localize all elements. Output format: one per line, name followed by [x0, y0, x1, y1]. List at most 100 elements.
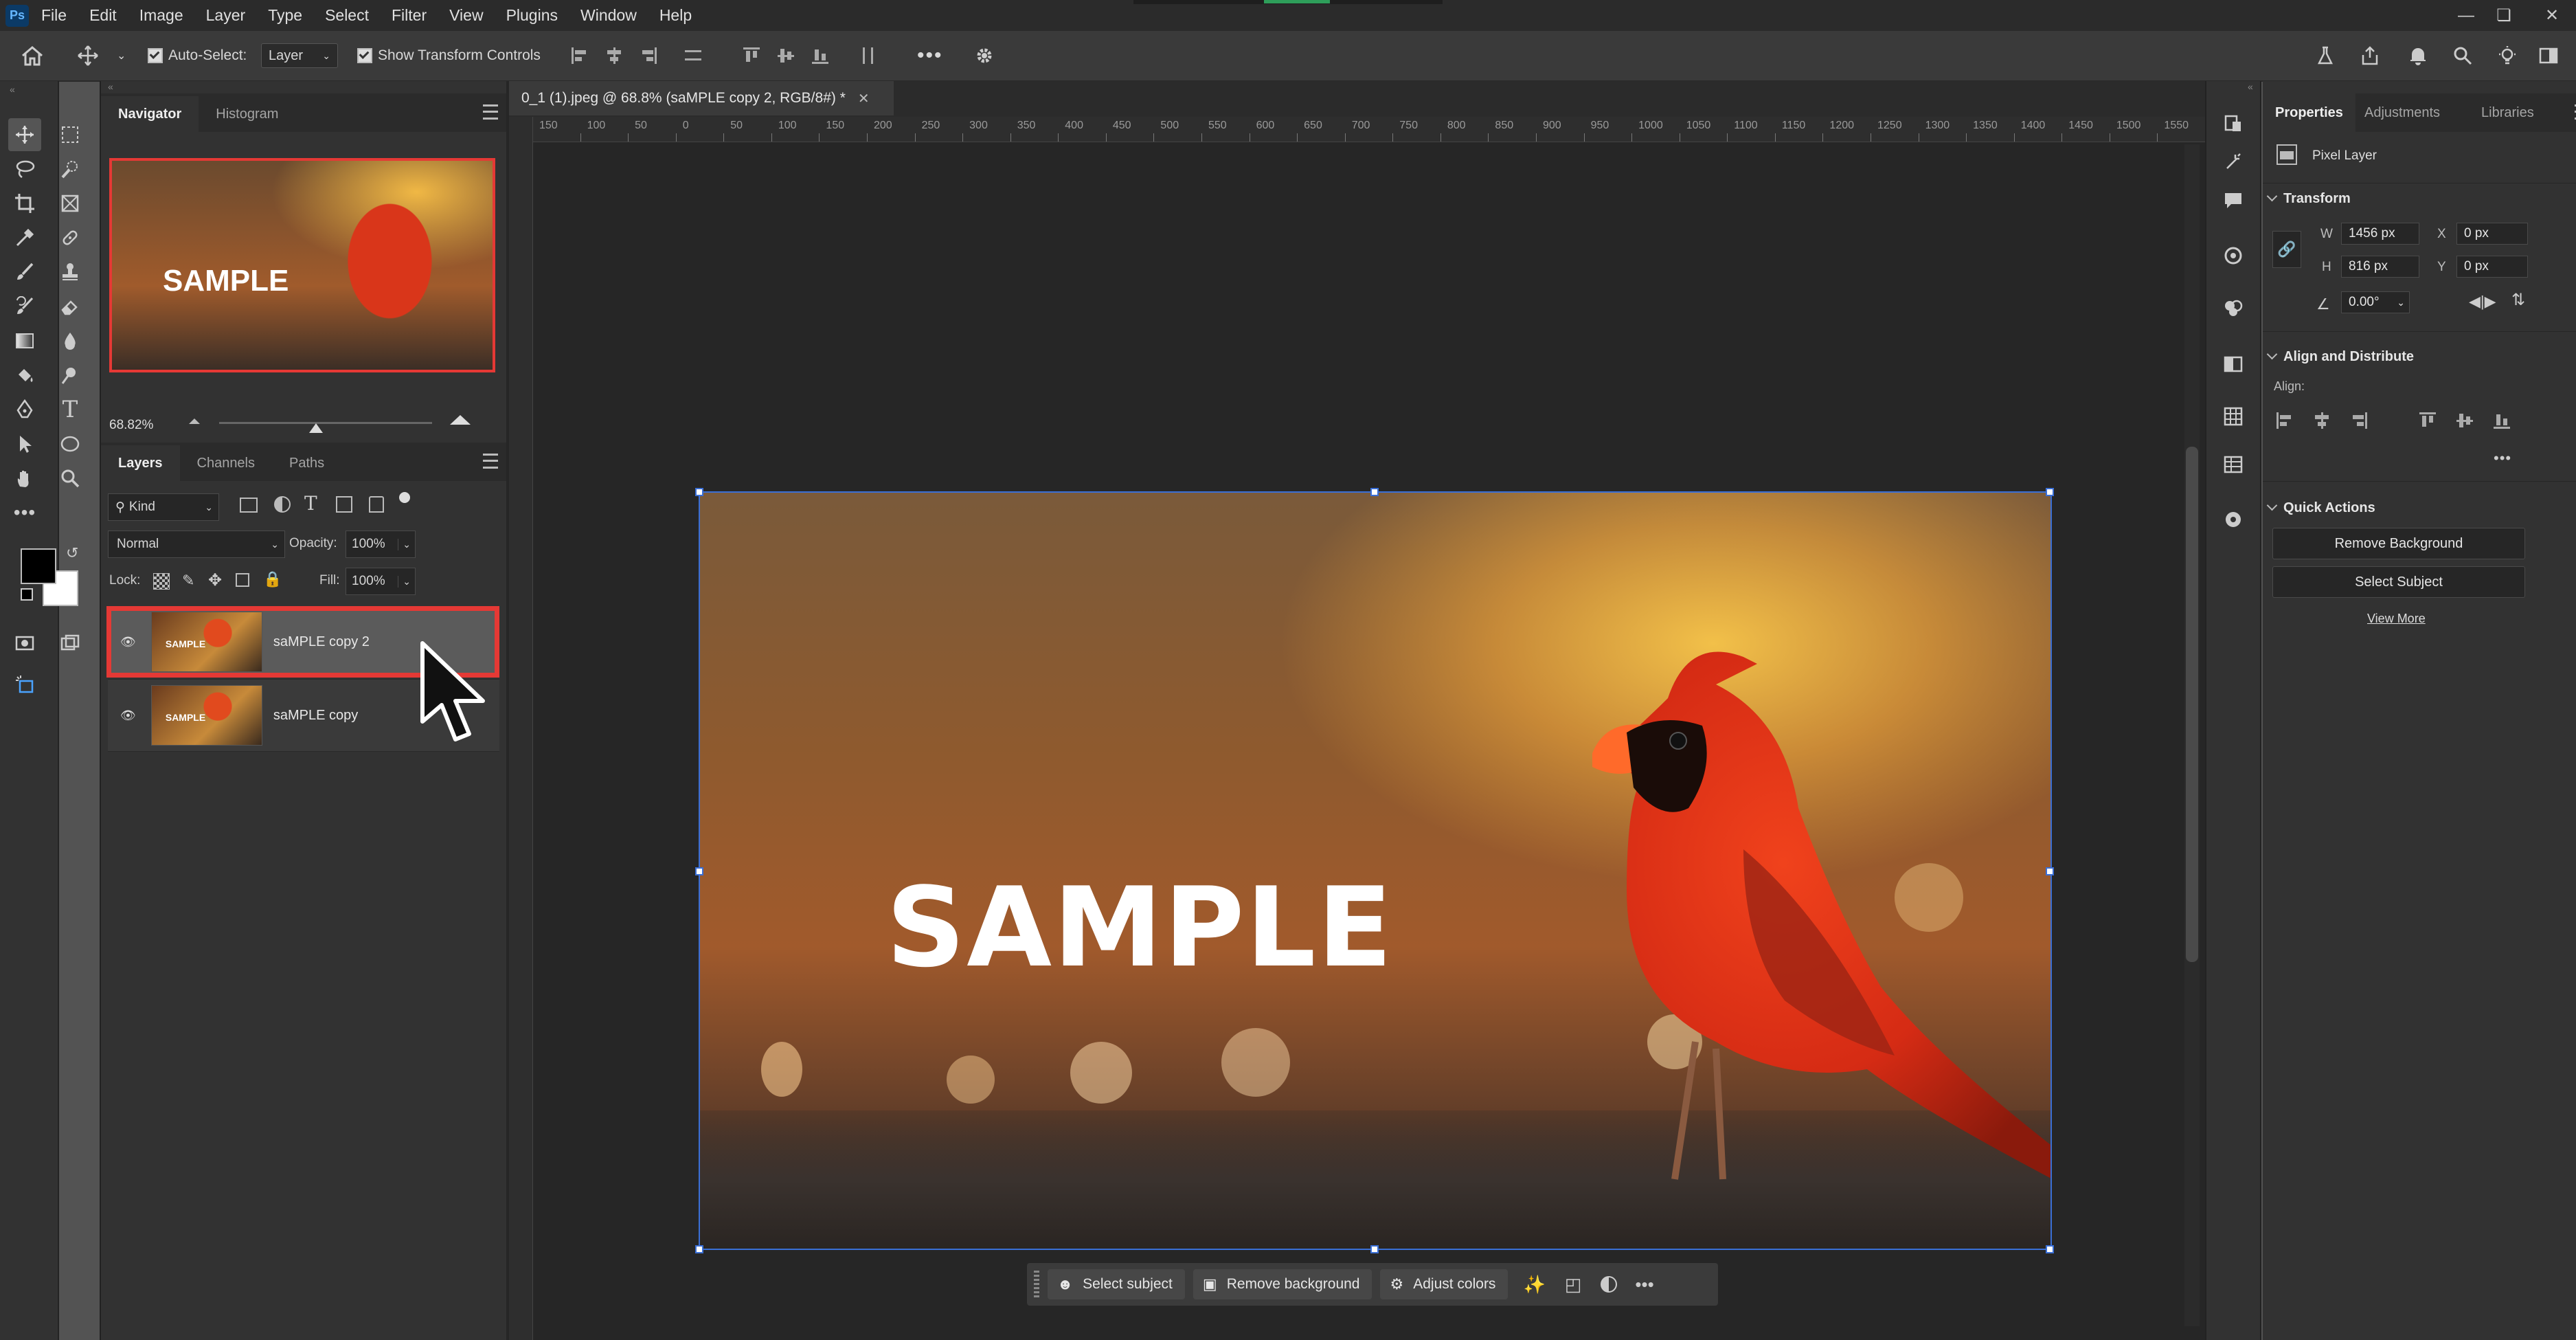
- filter-toggle-icon[interactable]: [399, 492, 410, 503]
- adjustments-panel-icon[interactable]: [2217, 503, 2250, 536]
- scrollbar-thumb[interactable]: [2186, 447, 2198, 962]
- blur-tool-icon[interactable]: [54, 324, 87, 357]
- tab-libraries[interactable]: Libraries: [2469, 93, 2546, 132]
- select-subject-button[interactable]: ☻ Select subject: [1048, 1269, 1185, 1299]
- layer-name[interactable]: saMPLE copy: [273, 708, 358, 724]
- hand-tool-icon[interactable]: [8, 462, 41, 495]
- vertical-scrollbar[interactable]: [2184, 144, 2200, 1326]
- stamp-tool-icon[interactable]: [54, 256, 87, 289]
- adjust-colors-button[interactable]: ⚙ Adjust colors: [1380, 1269, 1509, 1299]
- swap-colors-icon[interactable]: ↺: [66, 544, 78, 562]
- tab-paths[interactable]: Paths: [272, 445, 341, 481]
- angle-field[interactable]: 0.00° ⌄: [2341, 291, 2410, 313]
- home-icon[interactable]: [21, 31, 44, 80]
- opacity-field[interactable]: 100% ⌄: [346, 531, 416, 558]
- search-icon[interactable]: [2452, 31, 2473, 80]
- transform-handle-top-right[interactable]: [2046, 488, 2054, 496]
- history-brush-tool-icon[interactable]: [8, 290, 41, 323]
- transform-handle-bottom[interactable]: [1370, 1245, 1379, 1253]
- align-bottom-icon[interactable]: [2492, 411, 2511, 434]
- link-icon[interactable]: 🔗: [2272, 231, 2301, 268]
- actions-icon[interactable]: [2217, 146, 2250, 179]
- remove-background-button[interactable]: Remove Background: [2272, 528, 2525, 559]
- tab-layers[interactable]: Layers: [101, 445, 180, 481]
- panel-menu-icon[interactable]: [483, 104, 498, 120]
- align-right-icon[interactable]: [2349, 411, 2369, 434]
- crop-tool-icon[interactable]: [8, 187, 41, 220]
- bell-icon[interactable]: [2408, 31, 2428, 80]
- align-top-edges-icon[interactable]: [742, 31, 761, 80]
- remove-background-button[interactable]: ▣ Remove background: [1193, 1269, 1372, 1299]
- zoom-out-icon[interactable]: [189, 418, 200, 424]
- tab-channels[interactable]: Channels: [180, 445, 273, 481]
- align-right-edges-icon[interactable]: [639, 31, 658, 80]
- default-colors-icon[interactable]: [21, 588, 33, 601]
- screen-mode-icon[interactable]: [54, 627, 87, 660]
- zoom-in-icon[interactable]: [450, 415, 471, 425]
- zoom-tool-icon[interactable]: [54, 462, 87, 495]
- menu-window[interactable]: Window: [580, 6, 637, 25]
- menu-edit[interactable]: Edit: [89, 6, 117, 25]
- transform-handle-top[interactable]: [1370, 488, 1379, 496]
- sparkle-icon[interactable]: ✨: [1523, 1274, 1545, 1295]
- collapse-icon[interactable]: «: [108, 81, 113, 92]
- width-field[interactable]: 1456 px: [2341, 223, 2419, 245]
- filter-smart-object-icon[interactable]: [369, 496, 384, 513]
- marquee-tool-icon[interactable]: [54, 118, 87, 151]
- menu-file[interactable]: File: [41, 6, 67, 25]
- menu-plugins[interactable]: Plugins: [506, 6, 558, 25]
- y-field[interactable]: 0 px: [2456, 256, 2528, 278]
- chevron-down-icon[interactable]: [2266, 348, 2278, 360]
- align-vertical-centers-icon[interactable]: [776, 31, 795, 80]
- transform-bounding-box[interactable]: [699, 491, 2052, 1250]
- quick-mask-icon[interactable]: [8, 627, 41, 660]
- collapse-icon[interactable]: «: [2248, 81, 2253, 92]
- chevron-down-icon[interactable]: ⌄: [398, 575, 411, 588]
- pen-tool-icon[interactable]: [8, 393, 41, 426]
- menu-layer[interactable]: Layer: [206, 6, 246, 25]
- healing-brush-tool-icon[interactable]: [54, 221, 87, 254]
- lasso-tool-icon[interactable]: [8, 153, 41, 186]
- zoom-slider-handle[interactable]: [309, 423, 323, 433]
- move-tool-icon[interactable]: [77, 31, 99, 80]
- transform-section-title[interactable]: Transform: [2283, 191, 2351, 207]
- fill-field[interactable]: 100% ⌄: [346, 568, 416, 595]
- brush-tool-icon[interactable]: [8, 256, 41, 289]
- quick-actions-section-title[interactable]: Quick Actions: [2283, 500, 2375, 516]
- tab-properties[interactable]: Properties: [2263, 93, 2355, 132]
- gradient-tool-icon[interactable]: [8, 324, 41, 357]
- height-field[interactable]: 816 px: [2341, 256, 2419, 278]
- swatches-icon[interactable]: [2217, 291, 2250, 324]
- zoom-slider-track[interactable]: [219, 422, 432, 424]
- chevron-down-icon[interactable]: ⌄: [398, 538, 411, 550]
- table-icon[interactable]: [2217, 448, 2250, 481]
- filter-pixel-icon[interactable]: [240, 498, 258, 513]
- close-icon[interactable]: ✕: [2535, 0, 2569, 31]
- gear-icon[interactable]: [974, 31, 995, 80]
- drag-handle-icon[interactable]: [1034, 1271, 1039, 1298]
- navigator-thumbnail[interactable]: SAMPLE: [109, 158, 495, 372]
- chevron-down-icon[interactable]: ⌄: [2397, 297, 2405, 309]
- collapse-icon[interactable]: «: [10, 84, 15, 95]
- menu-image[interactable]: Image: [139, 6, 183, 25]
- auto-select-checkbox[interactable]: Auto-Select:: [148, 31, 247, 80]
- menu-select[interactable]: Select: [325, 6, 369, 25]
- chevron-down-icon[interactable]: ⌄: [117, 31, 126, 80]
- tab-navigator[interactable]: Navigator: [101, 96, 199, 132]
- tab-adjustments[interactable]: Adjustments: [2352, 93, 2452, 132]
- comments-icon[interactable]: [2217, 184, 2250, 217]
- panel-menu-icon[interactable]: [483, 454, 498, 469]
- lightbulb-icon[interactable]: [2497, 31, 2518, 80]
- path-selection-tool-icon[interactable]: [8, 427, 41, 460]
- vertical-ruler[interactable]: [509, 117, 533, 1340]
- edit-toolbar-icon[interactable]: •••: [8, 496, 41, 529]
- eraser-tool-icon[interactable]: [54, 290, 87, 323]
- x-field[interactable]: 0 px: [2456, 223, 2528, 245]
- align-top-icon[interactable]: [2418, 411, 2437, 434]
- lock-pixels-icon[interactable]: ✎: [182, 572, 194, 590]
- align-horizontal-centers-icon[interactable]: [605, 31, 624, 80]
- blend-mode-dropdown[interactable]: Normal ⌄: [108, 531, 285, 558]
- flip-vertical-icon[interactable]: ⇅: [2511, 290, 2525, 310]
- workspace-icon[interactable]: [2538, 31, 2559, 80]
- more-options-icon[interactable]: •••: [917, 31, 943, 80]
